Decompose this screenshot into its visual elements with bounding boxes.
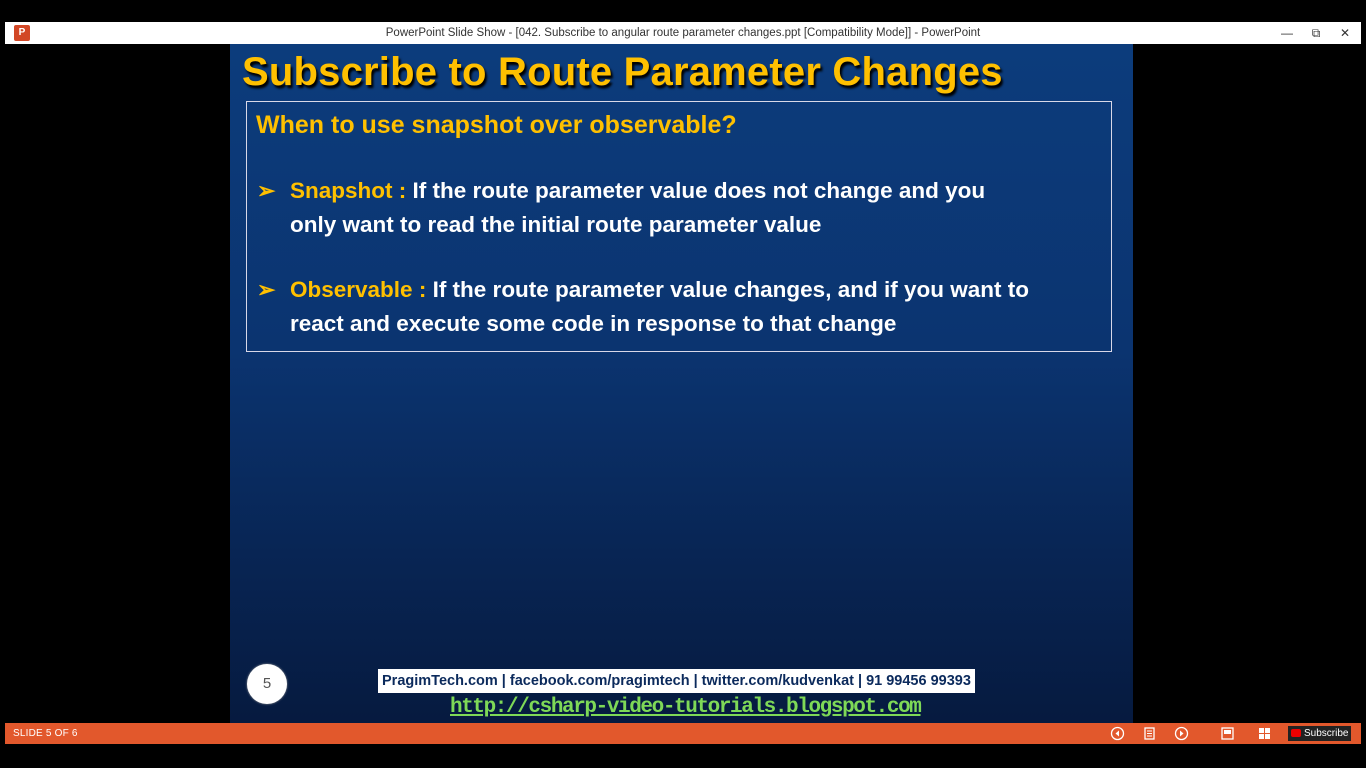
- window-title: PowerPoint Slide Show - [042. Subscribe …: [385, 27, 981, 39]
- window-title-bar: P PowerPoint Slide Show - [042. Subscrib…: [5, 22, 1361, 44]
- notes-icon[interactable]: [1220, 726, 1235, 741]
- slide-title: Subscribe to Route Parameter Changes: [242, 50, 1003, 94]
- slideshow-status-bar: SLIDE 5 OF 6 Subscribe: [5, 723, 1361, 744]
- subscribe-button[interactable]: Subscribe: [1288, 726, 1352, 741]
- bullet-arrow-icon: ➢: [257, 277, 276, 302]
- slide-canvas[interactable]: Subscribe to Route Parameter Changes Whe…: [230, 44, 1133, 724]
- question-heading: When to use snapshot over observable?: [256, 111, 737, 139]
- bullet-line: Snapshot : If the route parameter value …: [290, 178, 985, 204]
- youtube-icon: [1291, 729, 1301, 737]
- next-icon[interactable]: [1174, 726, 1189, 741]
- slide-number-badge: 5: [247, 664, 287, 704]
- bullet-line: only want to read the initial route para…: [290, 212, 822, 237]
- reading-view-icon[interactable]: [1142, 726, 1157, 741]
- bullet-text: If the route parameter value does not ch…: [406, 178, 986, 203]
- minimize-button[interactable]: —: [1273, 22, 1301, 44]
- content-box: When to use snapshot over observable? ➢ …: [246, 101, 1112, 352]
- close-button[interactable]: ✕: [1331, 22, 1359, 44]
- restore-button[interactable]: ⧉: [1302, 22, 1330, 44]
- footer-contact: PragimTech.com | facebook.com/pragimtech…: [378, 669, 975, 693]
- bullet-line: react and execute some code in response …: [290, 311, 897, 336]
- footer-link[interactable]: http://csharp-video-tutorials.blogspot.c…: [450, 696, 922, 719]
- bullet-line: Observable : If the route parameter valu…: [290, 277, 1029, 303]
- bullet-term: Snapshot :: [290, 178, 407, 203]
- bullet-term: Observable :: [290, 277, 427, 302]
- subscribe-label: Subscribe: [1304, 728, 1349, 739]
- previous-icon[interactable]: [1110, 726, 1125, 741]
- bullet-text: If the route parameter value changes, an…: [426, 277, 1029, 302]
- bullet-arrow-icon: ➢: [257, 178, 276, 203]
- slide-indicator: SLIDE 5 OF 6: [13, 728, 78, 739]
- slide-sorter-icon[interactable]: [1257, 726, 1272, 741]
